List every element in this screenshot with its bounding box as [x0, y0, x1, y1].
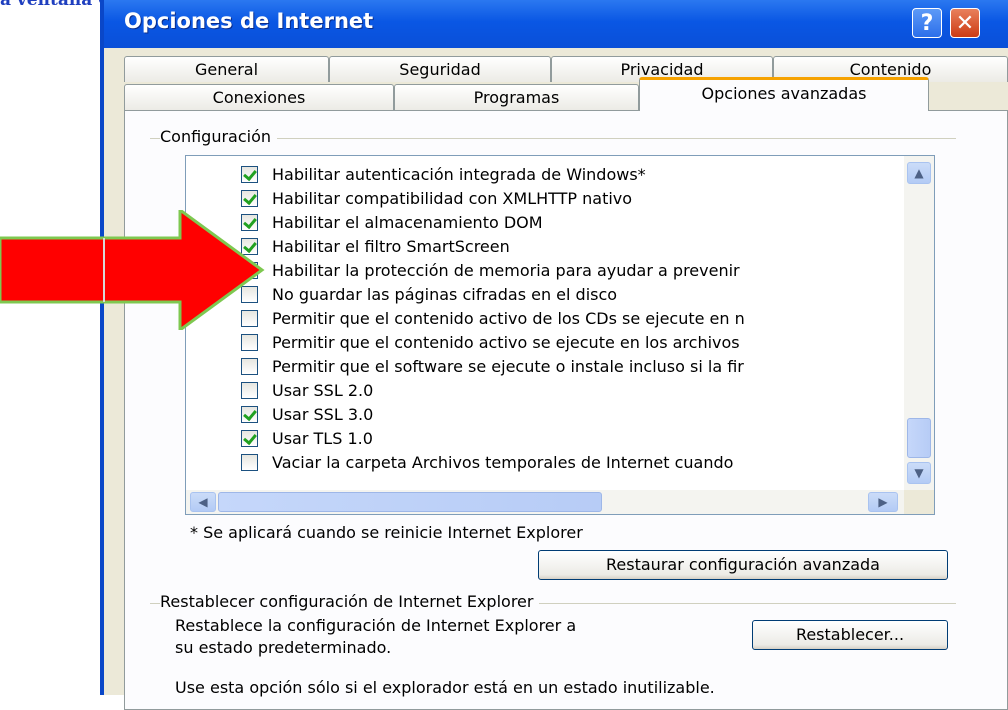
reset-button[interactable]: Restablecer...: [752, 620, 948, 650]
setting-label: Habilitar el filtro SmartScreen: [272, 236, 510, 256]
setting-item[interactable]: Permitir que el contenido activo se ejec…: [241, 330, 740, 354]
checkbox[interactable]: [241, 165, 258, 183]
setting-label: Habilitar la protección de memoria para …: [272, 260, 740, 280]
setting-label: Habilitar el almacenamiento DOM: [272, 212, 543, 232]
tab-programas[interactable]: Programas: [394, 84, 639, 110]
title-bar[interactable]: Opciones de Internet ? ✕: [104, 0, 1008, 48]
setting-label: Usar SSL 2.0: [272, 380, 374, 400]
reset-description-line1: Restablece la configuración de Internet …: [175, 616, 577, 635]
checkbox[interactable]: [241, 453, 258, 471]
tab-seguridad[interactable]: Seguridad: [329, 56, 551, 82]
scroll-up-icon[interactable]: ▲: [907, 162, 931, 184]
setting-label: Permitir que el contenido activo se ejec…: [272, 332, 740, 352]
checkbox[interactable]: [241, 333, 258, 351]
horizontal-scrollbar[interactable]: ◀ ▶: [186, 490, 904, 514]
setting-label: Permitir que el software se ejecute o in…: [272, 356, 744, 376]
window-title: Opciones de Internet: [124, 9, 374, 33]
setting-item[interactable]: Habilitar la protección de memoria para …: [241, 258, 740, 282]
checkbox[interactable]: [241, 357, 258, 375]
setting-item[interactable]: Usar TLS 1.0: [241, 426, 373, 450]
checkbox[interactable]: [241, 405, 258, 423]
setting-label: Habilitar compatibilidad con XMLHTTP nat…: [272, 188, 633, 208]
restart-note: * Se aplicará cuando se reinicie Interne…: [190, 523, 583, 542]
setting-item[interactable]: Vaciar la carpeta Archivos temporales de…: [241, 450, 733, 474]
scroll-right-icon[interactable]: ▶: [868, 492, 898, 512]
help-button[interactable]: ?: [912, 8, 942, 38]
restore-advanced-button[interactable]: Restaurar configuración avanzada: [538, 550, 948, 580]
tab-conexiones[interactable]: Conexiones: [124, 84, 394, 110]
setting-label: Permitir que el contenido activo de los …: [272, 308, 745, 328]
checkbox[interactable]: [241, 381, 258, 399]
setting-item[interactable]: Usar SSL 3.0: [241, 402, 373, 426]
setting-item[interactable]: Permitir que el contenido activo de los …: [241, 306, 745, 330]
horizontal-scroll-thumb[interactable]: [218, 492, 602, 512]
scroll-down-icon[interactable]: ▼: [907, 462, 931, 484]
settings-listbox[interactable]: Habilitar autenticación integrada de Win…: [185, 155, 935, 515]
red-arrow-annotation: [0, 210, 265, 330]
setting-label: Usar TLS 1.0: [272, 428, 373, 448]
setting-item[interactable]: Permitir que el software se ejecute o in…: [241, 354, 744, 378]
setting-label: No guardar las páginas cifradas en el di…: [272, 284, 618, 304]
setting-label: Usar SSL 3.0: [272, 404, 374, 424]
close-button[interactable]: ✕: [950, 8, 980, 38]
vertical-scroll-thumb[interactable]: [907, 418, 931, 458]
reset-group-label: Restablecer configuración de Internet Ex…: [160, 592, 540, 611]
reset-description-line2: su estado predeterminado.: [175, 638, 392, 657]
setting-item[interactable]: Usar SSL 2.0: [241, 378, 373, 402]
reset-warning: Use esta opción sólo si el explorador es…: [175, 678, 715, 697]
config-group-label: Configuración: [160, 127, 278, 146]
setting-item[interactable]: Habilitar autenticación integrada de Win…: [241, 162, 646, 186]
checkbox[interactable]: [241, 189, 258, 207]
setting-item[interactable]: Habilitar compatibilidad con XMLHTTP nat…: [241, 186, 632, 210]
checkbox[interactable]: [241, 429, 258, 447]
scroll-left-icon[interactable]: ◀: [190, 492, 216, 512]
scrollbar-corner: [904, 490, 934, 514]
vertical-scrollbar[interactable]: ▲ ▼: [904, 156, 934, 490]
arrow-shape: [0, 210, 265, 330]
setting-label: Vaciar la carpeta Archivos temporales de…: [272, 452, 734, 472]
tab-opciones-avanzadas[interactable]: Opciones avanzadas: [639, 77, 929, 111]
setting-label: Habilitar autenticación integrada de Win…: [272, 164, 646, 184]
tab-general[interactable]: General: [124, 56, 329, 82]
